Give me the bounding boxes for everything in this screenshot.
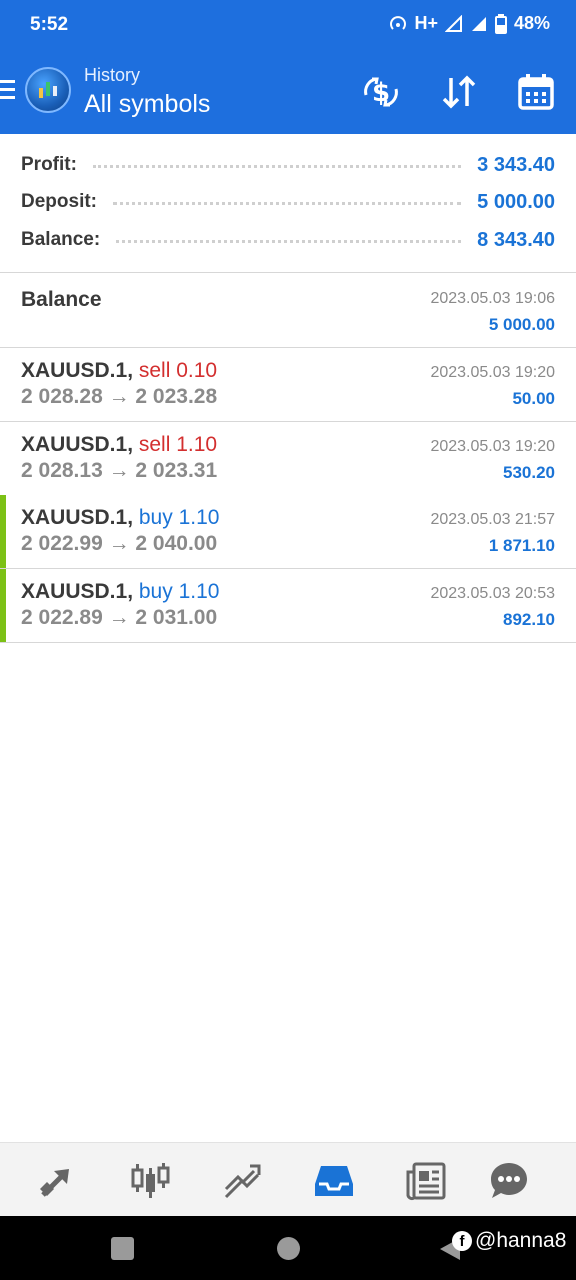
quotes-icon[interactable] xyxy=(36,1160,78,1202)
deal-prices: 2 028.13 → 2 023.31 xyxy=(21,459,218,482)
deal-prices: 2 028.28 → 2 023.28 xyxy=(21,385,218,408)
deal-action: buy 1.10 xyxy=(138,506,220,529)
balance-value: 8 343.40 xyxy=(477,228,555,251)
deposit-value: 5 000.00 xyxy=(477,190,555,213)
sort-icon[interactable] xyxy=(439,72,479,112)
status-time: 5:52 xyxy=(30,14,69,35)
calendar-icon[interactable] xyxy=(516,72,556,112)
deal-title: XAUUSD.1, buy 1.10 xyxy=(21,506,219,530)
deal-title: Balance xyxy=(21,288,102,311)
deal-symbol: XAUUSD.1, xyxy=(21,433,134,456)
deal-title: XAUUSD.1, sell 0.10 xyxy=(21,359,217,383)
status-icons: H+ 48% xyxy=(389,13,550,34)
facebook-icon: f xyxy=(452,1231,472,1251)
open-position-marker xyxy=(0,569,6,642)
watermark-text: @hanna8 xyxy=(475,1229,567,1252)
trade-icon[interactable] xyxy=(221,1160,263,1202)
signal-icon xyxy=(444,14,462,32)
deal-title: XAUUSD.1, buy 1.10 xyxy=(21,580,219,604)
deal-symbol: XAUUSD.1, xyxy=(21,359,134,382)
signal-2-icon xyxy=(471,16,486,31)
deal-amount: 5 000.00 xyxy=(488,315,555,334)
list-item[interactable]: XAUUSD.1, buy 1.10 2 022.89 → 2 031.00 2… xyxy=(0,569,576,643)
hotspot-icon xyxy=(390,15,407,30)
history-summary: Profit: 3 343.40 Deposit: 5 000.00 Balan… xyxy=(0,134,576,273)
deal-time: 2023.05.03 20:53 xyxy=(430,585,555,602)
balance-label: Balance: xyxy=(21,229,101,250)
deal-action: sell 0.10 xyxy=(138,359,218,382)
dotted-leader xyxy=(113,199,462,205)
list-item[interactable]: XAUUSD.1, sell 0.10 2 028.28 → 2 023.28 … xyxy=(0,348,576,422)
battery-level: 48% xyxy=(513,13,550,33)
history-icon[interactable] xyxy=(313,1160,355,1202)
deal-time: 2023.05.03 19:20 xyxy=(430,438,555,455)
recent-apps-button[interactable] xyxy=(111,1237,134,1260)
watermark: f @hanna8 xyxy=(452,1229,566,1253)
deal-time: 2023.05.03 19:06 xyxy=(430,290,555,307)
summary-deposit-row: Deposit: 5 000.00 xyxy=(21,187,555,217)
deal-profit: 1 871.10 xyxy=(488,536,555,555)
status-bar: 5:52 H+ 48% xyxy=(0,0,576,50)
deal-prices: 2 022.89 → 2 031.00 xyxy=(21,606,218,629)
app-logo xyxy=(25,67,71,113)
news-icon[interactable] xyxy=(405,1160,447,1202)
summary-balance-row: Balance: 8 343.40 xyxy=(21,225,555,255)
currency-exchange-icon[interactable]: $ xyxy=(361,72,401,112)
bottom-navigation xyxy=(0,1142,576,1216)
menu-icon[interactable] xyxy=(0,80,16,102)
deal-time: 2023.05.03 21:57 xyxy=(430,511,555,528)
battery-icon xyxy=(494,13,507,34)
list-item[interactable]: XAUUSD.1, buy 1.10 2 022.99 → 2 040.00 2… xyxy=(0,495,576,569)
deal-action: buy 1.10 xyxy=(138,580,220,603)
summary-profit-row: Profit: 3 343.40 xyxy=(21,150,555,180)
system-navigation-bar: f @hanna8 xyxy=(0,1216,576,1280)
dotted-leader xyxy=(92,162,462,168)
app-bar: History All symbols $ xyxy=(0,50,576,134)
page-title[interactable]: All symbols xyxy=(84,90,210,119)
list-item[interactable]: XAUUSD.1, sell 1.10 2 028.13 → 2 023.31 … xyxy=(0,422,576,496)
deal-profit: 530.20 xyxy=(503,463,555,482)
deal-profit: 50.00 xyxy=(512,389,555,408)
open-position-marker xyxy=(0,495,6,568)
profit-label: Profit: xyxy=(21,154,77,175)
deal-time: 2023.05.03 19:20 xyxy=(430,364,555,381)
chart-icon[interactable] xyxy=(129,1160,171,1202)
deal-action: sell 1.10 xyxy=(138,433,218,456)
deal-profit: 892.10 xyxy=(503,610,555,629)
network-type: H+ xyxy=(414,13,438,33)
home-button[interactable] xyxy=(277,1237,300,1260)
deal-prices: 2 022.99 → 2 040.00 xyxy=(21,532,218,555)
chat-icon[interactable] xyxy=(488,1160,530,1202)
deal-symbol: XAUUSD.1, xyxy=(21,580,134,603)
deposit-label: Deposit: xyxy=(21,191,97,212)
list-item-balance[interactable]: Balance 2023.05.03 19:06 5 000.00 xyxy=(0,274,576,348)
deal-title: XAUUSD.1, sell 1.10 xyxy=(21,433,217,457)
profit-value: 3 343.40 xyxy=(477,153,555,176)
deal-symbol: XAUUSD.1, xyxy=(21,506,134,529)
dotted-leader xyxy=(116,237,462,243)
page-subtitle: History xyxy=(84,65,141,85)
